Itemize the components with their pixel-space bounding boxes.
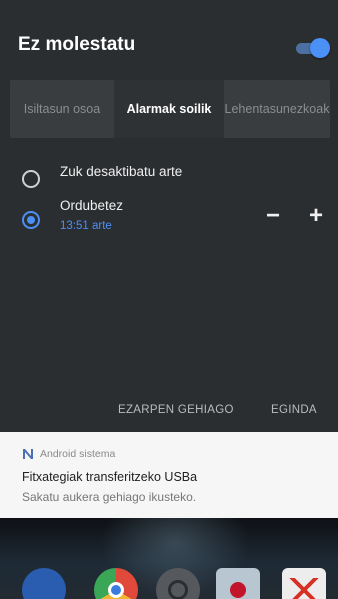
- option-for-hours-until: 13:51 arte: [60, 220, 112, 232]
- home-screen: [0, 518, 338, 599]
- more-settings-button[interactable]: EZARPEN GEHIAGO: [118, 404, 234, 416]
- mode-total-silence[interactable]: Isiltasun osoa: [10, 80, 114, 138]
- radio-for-hours[interactable]: [22, 211, 40, 229]
- done-button[interactable]: EGINDA: [271, 404, 317, 416]
- option-until-off-label: Zuk desaktibatu arte: [60, 164, 183, 179]
- dnd-header: Ez molestatu: [0, 0, 338, 74]
- notification-app-name: Android sistema: [40, 448, 116, 460]
- dnd-title: Ez molestatu: [18, 34, 136, 55]
- gmail-icon[interactable]: [282, 568, 326, 599]
- decrease-duration-button[interactable]: −: [266, 204, 280, 228]
- option-for-hours[interactable]: Ordubetez 13:51 arte − +: [0, 196, 338, 242]
- phone-icon[interactable]: [22, 568, 66, 599]
- radio-until-off[interactable]: [22, 170, 40, 188]
- option-until-off[interactable]: Zuk desaktibatu arte: [0, 162, 338, 196]
- mode-alarms-only[interactable]: Alarmak soilik: [114, 80, 224, 138]
- photos-icon[interactable]: [216, 568, 260, 599]
- dnd-panel: Ez molestatu Isiltasun osoa Alarmak soil…: [0, 0, 338, 432]
- notification-text: Sakatu aukera gehiago ikusteko.: [22, 490, 197, 504]
- toggle-thumb: [310, 38, 330, 58]
- notification-title: Fitxategiak transferitzeko USBa: [22, 470, 198, 484]
- notification-app-row: Android sistema: [22, 448, 115, 460]
- android-n-icon: [23, 449, 33, 459]
- option-for-hours-label: Ordubetez: [60, 198, 124, 213]
- dnd-toggle[interactable]: [294, 38, 330, 58]
- dnd-mode-selector: Isiltasun osoa Alarmak soilik Lehentasun…: [10, 80, 330, 138]
- notification-card[interactable]: Android sistema Fitxategiak transferitze…: [0, 432, 338, 518]
- increase-duration-button[interactable]: +: [309, 204, 323, 228]
- mode-priority-only[interactable]: Lehentasunezkoak: [224, 80, 330, 138]
